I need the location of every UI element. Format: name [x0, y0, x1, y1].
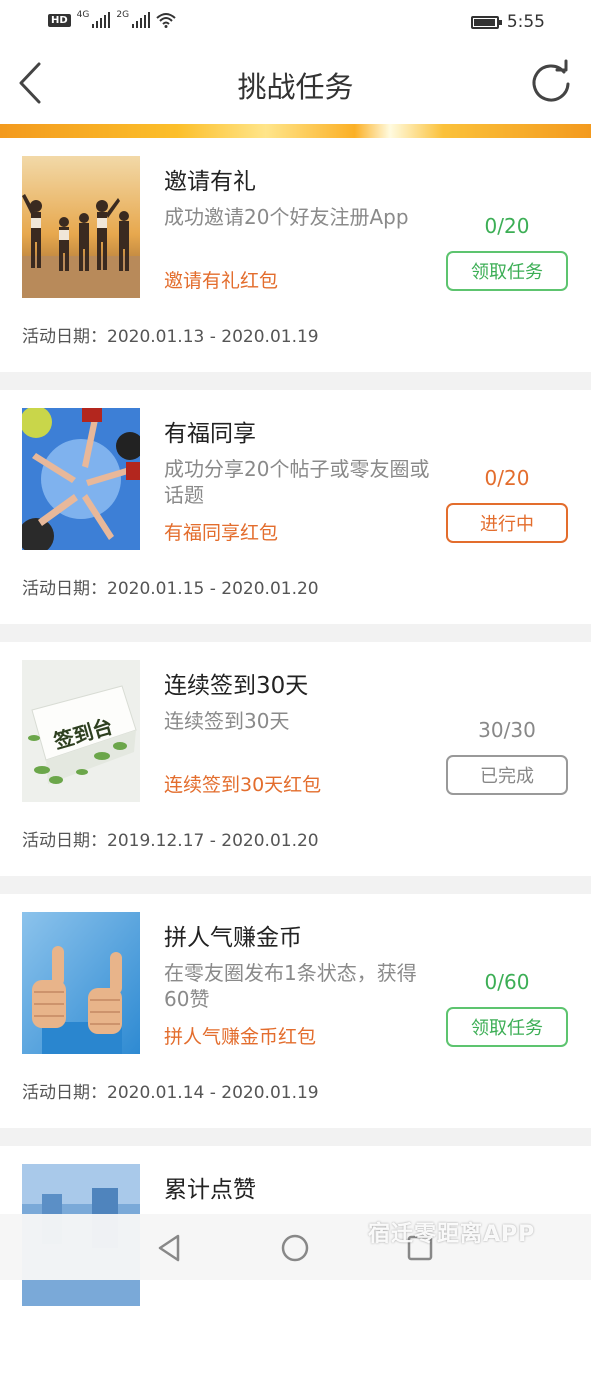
task-description: 在零友圈发布1条状态，获得60赞: [164, 961, 417, 1011]
in-progress-button[interactable]: 进行中: [446, 503, 568, 543]
network-label-1: 4G: [76, 10, 90, 20]
refresh-icon: [532, 59, 570, 102]
task-description: 连续签到30天: [164, 709, 290, 733]
task-progress: 0/60: [484, 970, 530, 994]
task-card-popularity: 拼人气赚金币 在零友圈发布1条状态，获得60赞 拼人气赚金币红包 0/60 领取…: [0, 894, 591, 1128]
refresh-button[interactable]: [527, 58, 575, 108]
task-description: 成功分享20个帖子或零友圈或话题: [164, 457, 430, 507]
task-description: 成功邀请20个好友注册App: [164, 205, 409, 229]
task-progress: 0/20: [484, 214, 530, 238]
system-home-button[interactable]: [275, 1228, 315, 1268]
task-title: 邀请有礼: [164, 169, 256, 195]
task-title: 有福同享: [164, 421, 256, 447]
watermark: 宿迁零距离APP: [368, 1222, 536, 1247]
task-progress: 30/30: [478, 718, 536, 742]
claim-task-button[interactable]: 领取任务: [446, 251, 568, 291]
back-triangle-icon: [158, 1234, 180, 1262]
signal-icon: [92, 12, 111, 28]
task-card-checkin: 签到台 连续签到30天 连续签到30天 连续签到30天红包 30/30 已完成 …: [0, 642, 591, 876]
task-date: 活动日期：2019.12.17 - 2020.01.20: [22, 831, 319, 851]
task-reward: 有福同享红包: [164, 522, 279, 544]
task-reward: 连续签到30天红包: [164, 774, 322, 796]
page-title: 挑战任务: [237, 70, 354, 104]
task-image: [22, 156, 140, 298]
task-date: 活动日期：2020.01.13 - 2020.01.19: [22, 327, 319, 347]
task-date: 活动日期：2020.01.14 - 2020.01.19: [22, 1083, 319, 1103]
hd-badge: HD: [48, 13, 71, 27]
nav-bar: 挑战任务: [0, 44, 591, 124]
task-title: 拼人气赚金币: [164, 925, 302, 951]
network-label-2: 2G: [116, 10, 130, 20]
banner-strip: [0, 124, 591, 138]
wifi-icon: [156, 13, 176, 28]
task-date: 活动日期：2020.01.15 - 2020.01.20: [22, 579, 319, 599]
task-card-share: 有福同享 成功分享20个帖子或零友圈或话题 有福同享红包 0/20 进行中 活动…: [0, 390, 591, 624]
battery-icon: [470, 15, 502, 29]
task-title: 连续签到30天: [164, 673, 309, 699]
task-card-invite: 邀请有礼 成功邀请20个好友注册App 邀请有礼红包 0/20 领取任务 活动日…: [0, 138, 591, 372]
task-image: [22, 408, 140, 550]
home-circle-icon: [281, 1234, 309, 1262]
task-image: [22, 912, 140, 1054]
system-back-button[interactable]: [150, 1228, 190, 1268]
task-title: 累计点赞: [164, 1177, 256, 1203]
claim-task-button[interactable]: 领取任务: [446, 1007, 568, 1047]
status-bar: HD 4G 2G 5:55: [0, 0, 591, 44]
task-image: 签到台: [22, 660, 140, 802]
task-reward: 邀请有礼红包: [164, 270, 279, 292]
status-right: 5:55: [470, 12, 545, 32]
signal-icon: [132, 12, 151, 28]
status-indicators: HD 4G 2G: [48, 10, 176, 28]
completed-button[interactable]: 已完成: [446, 755, 568, 795]
clock: 5:55: [506, 12, 545, 32]
task-reward: 拼人气赚金币红包: [164, 1026, 317, 1048]
task-progress: 0/20: [484, 466, 530, 490]
